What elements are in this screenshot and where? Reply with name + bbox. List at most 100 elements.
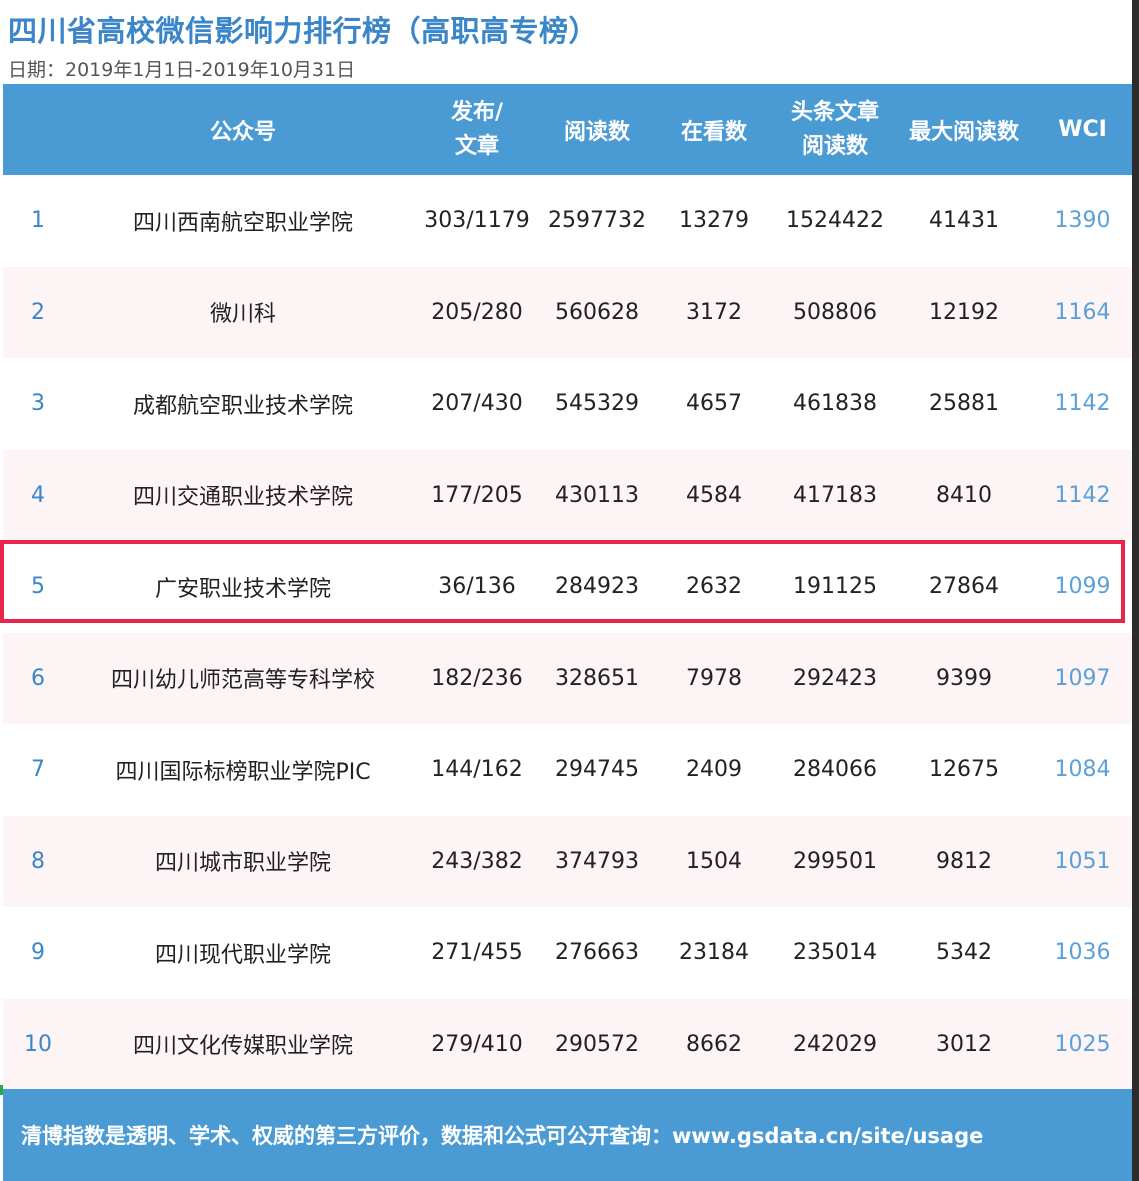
cell-headline: 235014: [793, 940, 877, 966]
cell-max-read: 9399: [936, 665, 992, 691]
cell-headline: 1524422: [786, 208, 884, 234]
cell-max-read: 8410: [936, 482, 992, 508]
table-row: 2 微川科 205/280 560628 3172 508806 12192 1…: [3, 266, 1132, 358]
cell-rank: 6: [31, 665, 45, 691]
header-post-line2: 文章: [454, 133, 499, 159]
cell-post: 205/280: [431, 299, 523, 325]
cell-read: 430113: [555, 482, 639, 508]
cell-looking: 23184: [679, 940, 749, 966]
table-row: 7 四川国际标榜职业学院PIC 144/162 294745 2409 2840…: [3, 724, 1132, 816]
table-row-highlighted: 5 广安职业技术学院 36/136 284923 2632 191125 278…: [3, 541, 1132, 633]
cell-rank: 5: [31, 574, 45, 600]
cell-post: 144/162: [431, 757, 523, 783]
cell-read: 276663: [555, 940, 639, 966]
cell-looking: 4657: [686, 391, 742, 417]
cell-max-read: 3012: [936, 1031, 992, 1057]
cell-looking: 7978: [686, 665, 742, 691]
cell-name: 四川城市职业学院: [154, 851, 331, 877]
cell-wci: 1164: [1054, 299, 1111, 325]
cell-headline: 191125: [793, 574, 877, 600]
cell-headline: 461838: [793, 391, 877, 417]
page-edge: [1132, 0, 1139, 1181]
cell-looking: 4584: [686, 482, 742, 508]
header-read: 阅读数: [563, 119, 630, 145]
cell-read: 374793: [555, 848, 639, 874]
cell-looking: 1504: [686, 848, 742, 874]
table-row: 6 四川幼儿师范高等专科学校 182/236 328651 7978 29242…: [3, 632, 1132, 724]
header-wci: WCI: [1058, 117, 1107, 142]
cell-headline: 284066: [793, 757, 877, 783]
header-looking: 在看数: [680, 119, 747, 145]
cell-looking: 13279: [679, 208, 749, 234]
ranking-table: 公众号 发布/ 文章 阅读数 在看数 头条文章 阅读数 最大阅读数 WCI 1 …: [3, 84, 1132, 1090]
date-range: 日期：2019年1月1日-2019年10月31日: [8, 59, 356, 81]
cell-looking: 3172: [686, 299, 742, 325]
table-header: 公众号 发布/ 文章 阅读数 在看数 头条文章 阅读数 最大阅读数 WCI: [3, 84, 1132, 175]
cell-name: 四川国际标榜职业学院PIC: [115, 759, 371, 785]
cell-max-read: 12675: [929, 757, 999, 783]
cell-rank: 7: [31, 757, 45, 783]
cell-post: 271/455: [431, 940, 523, 966]
ranking-page: 四川省高校微信影响力排行榜（高职高专榜） 日期：2019年1月1日-2019年1…: [0, 0, 1139, 1181]
cell-post: 182/236: [431, 665, 523, 691]
cell-read: 284923: [555, 574, 639, 600]
cell-read: 328651: [555, 665, 639, 691]
cell-name: 四川西南航空职业学院: [132, 210, 353, 236]
cell-name: 四川交通职业技术学院: [132, 485, 353, 511]
cell-post: 243/382: [431, 848, 523, 874]
cell-read: 294745: [555, 757, 639, 783]
cell-rank: 8: [31, 848, 45, 874]
cell-looking: 2632: [686, 574, 742, 600]
cell-headline: 242029: [793, 1031, 877, 1057]
cell-read: 2597732: [548, 208, 646, 234]
cell-wci: 1084: [1054, 757, 1111, 783]
cell-rank: 10: [24, 1031, 52, 1057]
cell-max-read: 12192: [929, 299, 999, 325]
cell-max-read: 41431: [929, 208, 999, 234]
cell-name: 广安职业技术学院: [154, 576, 331, 602]
cell-rank: 9: [31, 940, 45, 966]
table-row: 8 四川城市职业学院 243/382 374793 1504 299501 98…: [3, 815, 1132, 907]
cell-wci: 1025: [1054, 1031, 1111, 1057]
cell-rank: 1: [31, 208, 45, 234]
cell-headline: 508806: [793, 299, 877, 325]
cell-headline: 417183: [793, 482, 877, 508]
cell-rank: 2: [31, 299, 45, 325]
footer-note: 清博指数是透明、学术、权威的第三方评价，数据和公式可公开查询：www.gsdat…: [3, 1089, 1132, 1181]
cell-max-read: 5342: [936, 940, 992, 966]
cell-name: 微川科: [209, 302, 276, 328]
header-post: 发布/ 文章: [413, 96, 541, 164]
header-post-line1: 发布/: [450, 99, 504, 125]
cell-headline: 292423: [793, 665, 877, 691]
cell-looking: 2409: [686, 757, 742, 783]
cell-max-read: 25881: [929, 391, 999, 417]
cell-name: 四川文化传媒职业学院: [132, 1034, 353, 1060]
cell-headline: 299501: [793, 848, 877, 874]
cell-post: 36/136: [438, 574, 516, 600]
cell-post: 207/430: [431, 391, 523, 417]
cell-read: 560628: [555, 299, 639, 325]
header-name: 公众号: [209, 119, 276, 145]
table-row: 4 四川交通职业技术学院 177/205 430113 4584 417183 …: [3, 449, 1132, 541]
cell-wci: 1036: [1054, 940, 1111, 966]
cell-wci: 1142: [1054, 391, 1111, 417]
cell-wci: 1099: [1054, 574, 1111, 600]
header-headline-line1: 头条文章: [790, 99, 879, 125]
cell-post: 177/205: [431, 482, 523, 508]
table-row: 1 四川西南航空职业学院 303/1179 2597732 13279 1524…: [3, 175, 1132, 267]
cell-wci: 1051: [1054, 848, 1111, 874]
cell-read: 290572: [555, 1031, 639, 1057]
table-row: 10 四川文化传媒职业学院 279/410 290572 8662 242029…: [3, 998, 1132, 1090]
table-row: 3 成都航空职业技术学院 207/430 545329 4657 461838 …: [3, 358, 1132, 450]
table-row: 9 四川现代职业学院 271/455 276663 23184 235014 5…: [3, 907, 1132, 999]
cell-read: 545329: [555, 391, 639, 417]
header-headline: 头条文章 阅读数: [775, 96, 895, 164]
header-max-read: 最大阅读数: [908, 119, 1019, 145]
cell-post: 303/1179: [424, 208, 530, 234]
cell-max-read: 9812: [936, 848, 992, 874]
cell-rank: 3: [31, 391, 45, 417]
cell-post: 279/410: [431, 1031, 523, 1057]
cell-max-read: 27864: [929, 574, 999, 600]
cell-name: 四川幼儿师范高等专科学校: [110, 668, 375, 694]
header-headline-line2: 阅读数: [801, 133, 868, 159]
